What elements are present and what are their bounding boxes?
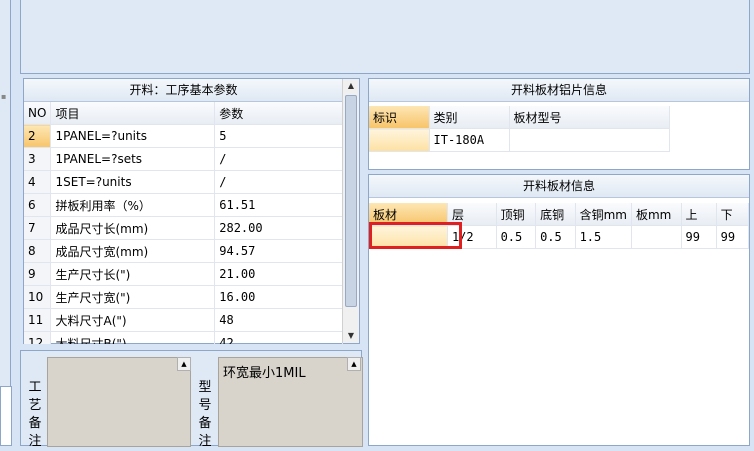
col-header-down[interactable]: 下 bbox=[716, 203, 750, 226]
col-header-mark[interactable]: 标识 bbox=[369, 106, 430, 129]
table-row[interactable]: 12 大料尺寸B(") 42 bbox=[24, 331, 343, 344]
aluminum-grid[interactable]: 标识 类别 板材型号 IT-180A bbox=[369, 106, 670, 152]
aluminum-panel-title: 开料板材铝片信息 bbox=[369, 79, 749, 102]
params-panel-title: 开料：工序基本参数 bbox=[24, 79, 343, 102]
board-panel: 开料板材信息 板材 层 顶铜 底铜 含铜mm 板mm 上 下 1/2 0.5 0… bbox=[368, 174, 750, 446]
model-notes-scrollbar[interactable]: ▲ bbox=[347, 357, 361, 371]
selection-highlight-box bbox=[369, 222, 462, 249]
table-row[interactable]: 11 大料尺寸A(") 48 bbox=[24, 308, 343, 332]
col-header-item[interactable]: 项目 bbox=[50, 102, 216, 125]
left-dock-strip: ▪ bbox=[0, 0, 11, 446]
col-header-top-cu[interactable]: 顶铜 bbox=[496, 203, 537, 226]
process-notes-textbox[interactable] bbox=[47, 357, 191, 447]
table-row[interactable]: 6 拼板利用率（%） 61.51 bbox=[24, 193, 343, 217]
params-grid[interactable]: NO 项目 参数 2 1PANEL=?units 5 3 1PANEL=?set… bbox=[24, 102, 343, 344]
scroll-thumb[interactable] bbox=[345, 95, 357, 307]
process-notes-scrollbar[interactable]: ▲ bbox=[177, 357, 191, 371]
aluminum-panel: 开料板材铝片信息 标识 类别 板材型号 IT-180A bbox=[368, 78, 750, 170]
scroll-down-icon[interactable]: ▼ bbox=[343, 329, 359, 343]
col-header-value[interactable]: 参数 bbox=[214, 102, 343, 125]
col-header-no[interactable]: NO bbox=[24, 102, 52, 125]
col-header-cu-mm[interactable]: 含铜mm bbox=[575, 203, 632, 226]
col-header-board-mm[interactable]: 板mm bbox=[631, 203, 682, 226]
col-header-up[interactable]: 上 bbox=[681, 203, 717, 226]
table-row[interactable]: 2 1PANEL=?units 5 bbox=[24, 124, 343, 148]
table-row[interactable]: 10 生产尺寸宽(") 16.00 bbox=[24, 285, 343, 309]
table-row[interactable]: IT-180A bbox=[369, 128, 670, 152]
table-row[interactable]: 3 1PANEL=?sets / bbox=[24, 147, 343, 171]
params-scrollbar[interactable]: ▲ ▼ bbox=[342, 79, 359, 343]
process-notes-label: 工 艺 备 注 bbox=[28, 380, 42, 449]
model-notes-label: 型 号 备 注 bbox=[198, 380, 212, 449]
params-panel: 开料：工序基本参数 NO 项目 参数 2 1PANEL=?units 5 3 1… bbox=[23, 78, 360, 344]
table-row[interactable]: 8 成品尺寸宽(mm) 94.57 bbox=[24, 239, 343, 263]
col-header-bottom-cu[interactable]: 底铜 bbox=[535, 203, 576, 226]
model-notes-textbox[interactable]: 环宽最小1MIL bbox=[218, 357, 363, 447]
splitter-grip-icon: ▪ bbox=[1, 92, 7, 101]
table-row[interactable]: 4 1SET=?units / bbox=[24, 170, 343, 194]
col-header-model[interactable]: 板材型号 bbox=[509, 106, 670, 129]
top-panel bbox=[20, 0, 750, 74]
notes-panel: 工 艺 备 注 ▲ 型 号 备 注 环宽最小1MIL ▲ bbox=[20, 350, 363, 449]
scroll-up-icon[interactable]: ▲ bbox=[343, 79, 359, 93]
table-row[interactable]: 7 成品尺寸长(mm) 282.00 bbox=[24, 216, 343, 240]
board-panel-title: 开料板材信息 bbox=[369, 175, 749, 198]
table-row[interactable]: 9 生产尺寸长(") 21.00 bbox=[24, 262, 343, 286]
col-header-category[interactable]: 类别 bbox=[429, 106, 510, 129]
left-dock-edge bbox=[0, 386, 12, 446]
